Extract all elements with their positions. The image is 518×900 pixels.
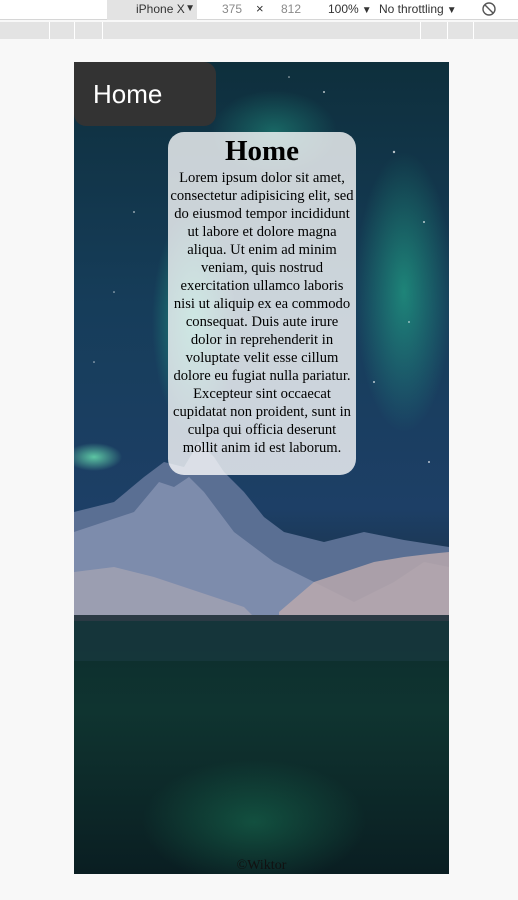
ruler-tick [74,22,75,39]
throttling-value: No throttling [379,2,444,16]
ruler-tick [102,22,103,39]
dimension-separator: × [256,1,264,16]
device-viewport: Home Home Lorem ipsum dolor sit amet, co… [74,62,449,874]
caret-down-icon: ▼ [185,3,195,14]
rotate-icon[interactable] [481,1,497,17]
ruler-tick [420,22,421,39]
zoom-select[interactable]: 100% ▼ [328,0,372,20]
ruler-tick [49,22,50,39]
viewport-width-input[interactable]: 375 [222,0,242,18]
caret-down-icon: ▼ [361,5,372,16]
ruler-tick [447,22,448,39]
card-title: Home [224,135,300,167]
devtools-device-toolbar: iPhone X ▼ 375 × 812 100% ▼ No throttling… [0,0,518,20]
device-select[interactable]: iPhone X ▼ [107,0,197,20]
viewport-height-input[interactable]: 812 [281,0,301,18]
throttling-select[interactable]: No throttling ▼ [379,0,457,20]
media-query-ruler [0,22,518,39]
footer-credit: ©Wiktor [236,858,287,873]
home-nav-button[interactable]: Home [74,62,216,126]
caret-down-icon: ▼ [446,5,457,16]
device-name: iPhone X [136,2,185,16]
ruler-tick [473,22,474,39]
zoom-value: 100% [328,2,359,16]
card-body-text: Lorem ipsum dolor sit amet, consectetur … [170,170,354,456]
content-card: Home Lorem ipsum dolor sit amet, consect… [168,132,356,475]
